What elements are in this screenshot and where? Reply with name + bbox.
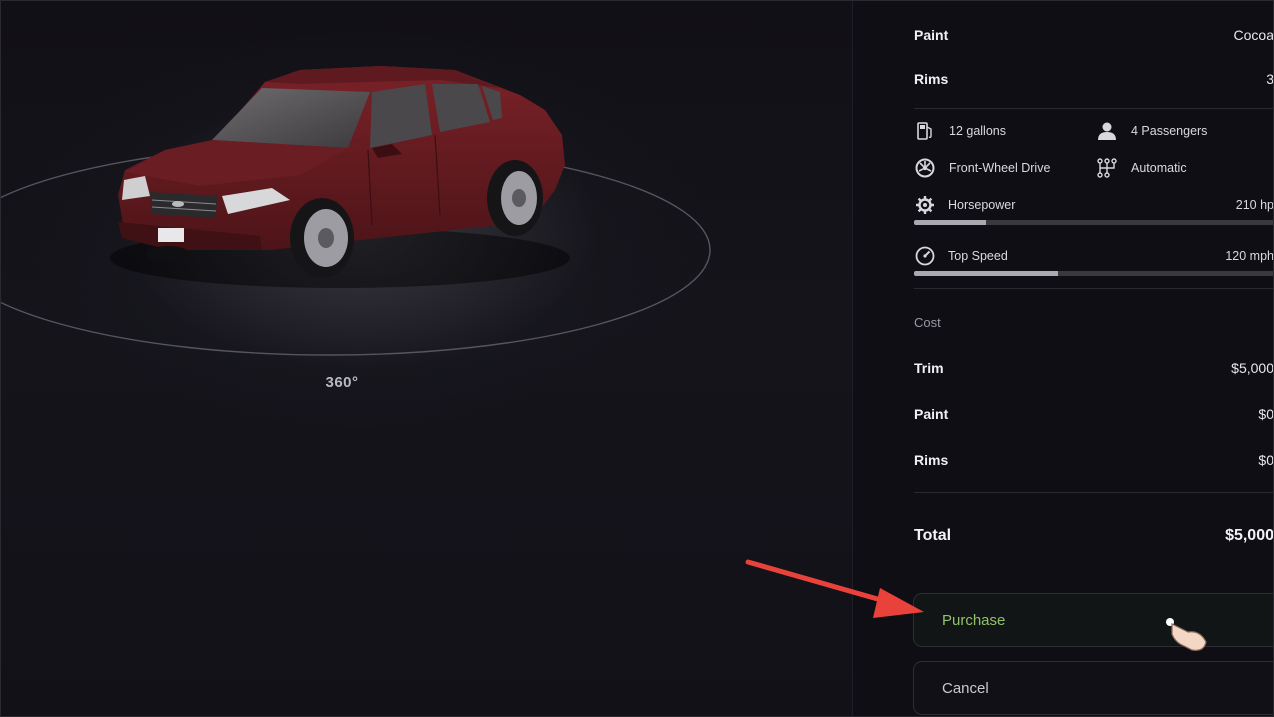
gear-shift-icon (1096, 157, 1118, 179)
cost-label: Paint (914, 406, 949, 422)
spec-text: Front-Wheel Drive (949, 161, 1051, 175)
divider (914, 492, 1274, 493)
cost-section-title: Cost (914, 315, 941, 330)
spec-drivetrain: Front-Wheel Drive (914, 157, 1050, 179)
spec-text: Automatic (1131, 161, 1187, 175)
detail-label: Rims (914, 71, 949, 87)
divider (914, 288, 1274, 289)
detail-label: Paint (914, 27, 949, 43)
total-label: Total (914, 527, 952, 544)
top-speed-bar (914, 271, 1274, 276)
detail-value: 3 (1266, 71, 1274, 87)
cost-row-trim: Trim $5,000 (914, 358, 1274, 378)
stat-horsepower: Horsepower 210 hp (914, 194, 1274, 216)
car-3d-viewer[interactable]: 360° (0, 0, 852, 717)
purchase-button[interactable]: Purchase (913, 593, 1274, 647)
horsepower-bar-fill (914, 220, 986, 225)
stat-value: 210 hp (1235, 198, 1274, 212)
spec-fuel: 12 gallons (914, 120, 1006, 142)
cost-label: Trim (914, 360, 944, 376)
cost-value: $0 (1258, 406, 1274, 422)
speedometer-icon (914, 245, 936, 267)
spec-transmission: Automatic (1096, 157, 1187, 179)
stat-label: Horsepower (948, 198, 1016, 212)
car-model-image[interactable] (0, 0, 852, 717)
cost-row-paint: Paint $0 (914, 404, 1274, 424)
stat-value: 120 mph (1225, 249, 1274, 263)
detail-value: Cocoa (1233, 27, 1274, 43)
total-value: $5,000 (1225, 527, 1274, 544)
cost-value: $5,000 (1231, 360, 1274, 376)
spec-text: 4 Passengers (1131, 124, 1208, 138)
engine-gear-icon (914, 194, 936, 216)
stat-top-speed: Top Speed 120 mph (914, 245, 1274, 267)
cost-row-rims: Rims $0 (914, 450, 1274, 470)
stat-label: Top Speed (948, 249, 1008, 263)
top-speed-bar-fill (914, 271, 1058, 276)
configuration-panel: Paint Cocoa Rims 3 12 gallons 4 Passenge… (853, 0, 1274, 717)
person-icon (1096, 120, 1118, 142)
detail-row-rims: Rims 3 (914, 69, 1274, 89)
cost-label: Rims (914, 452, 949, 468)
spec-text: 12 gallons (949, 124, 1006, 138)
cost-value: $0 (1258, 452, 1274, 468)
horsepower-bar (914, 220, 1274, 225)
fuel-pump-icon (914, 120, 936, 142)
divider (914, 108, 1274, 109)
cancel-button[interactable]: Cancel (913, 661, 1274, 715)
cost-total: Total $5,000 (914, 524, 1274, 548)
detail-row-paint: Paint Cocoa (914, 25, 1274, 45)
rotate-360-label[interactable]: 360° (300, 374, 384, 391)
wheel-icon (914, 157, 936, 179)
spec-passengers: 4 Passengers (1096, 120, 1207, 142)
